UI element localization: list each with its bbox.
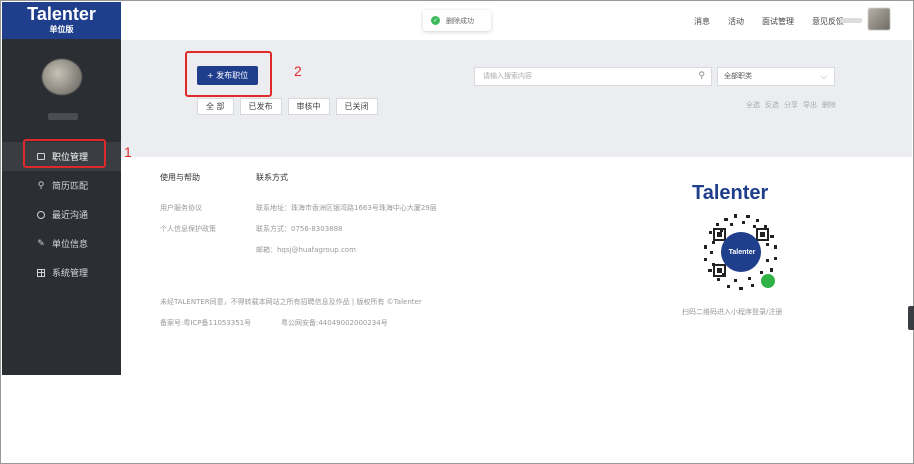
filter-reviewing[interactable]: 审核中 [287,98,330,115]
delete-action[interactable]: 删除 [822,100,836,110]
sidebar-item-label: 最近沟通 [52,211,89,221]
sidebar-item-resume-match[interactable]: ⚲ 简历匹配 [2,171,121,200]
select-all-action[interactable]: 全选 [746,100,760,110]
user-name-blurred [48,113,78,120]
sidebar-item-company-info[interactable]: ✎ 单位信息 [2,229,121,258]
toast-text: 删除成功 [446,16,474,25]
user-name-blurred [840,18,862,23]
sidebar-item-label: 系统管理 [52,269,89,279]
search-icon[interactable]: ⚲ [698,68,705,85]
police-record: 粤公网安备:44049002000234号 [281,319,388,327]
category-select[interactable]: 全部职类 ⌵ [717,67,835,86]
contact-address: 联系地址：珠海市香洲区银湾路1663号珠海中心大厦29层 [256,204,437,212]
qr-caption: 扫码二维码进入小程序登录/注册 [682,308,783,316]
grid-icon [36,268,46,278]
contact-email: 邮箱：hqsj@huafagroup.com [256,246,356,254]
bulk-actions: 全选 反选 分享 导出 删除 [741,100,836,110]
avatar[interactable] [868,8,890,30]
annotation-box-1 [23,139,106,168]
avatar[interactable] [42,59,82,95]
contact-title: 联系方式 [256,173,288,182]
qr-center-logo: Talenter [728,249,756,256]
chevron-down-icon: ⌵ [820,72,827,81]
side-feedback-tab[interactable] [908,306,914,330]
icp-record: 备案号:粤ICP备11053351号 [160,319,252,327]
contact-phone: 联系方式：0756-8303888 [256,225,343,233]
footer-logo: Talenter [692,182,769,204]
share-action[interactable]: 分享 [784,100,798,110]
edit-icon: ✎ [37,238,45,249]
toast-message: ✓ 删除成功 [423,10,491,31]
top-bar: ✓ 删除成功 消息 活动 面试管理 意见反馈 [121,2,912,40]
invert-selection-action[interactable]: 反选 [765,100,779,110]
nav-activities[interactable]: 活动 [728,16,744,27]
nav-messages[interactable]: 消息 [694,16,710,27]
brand-logo[interactable]: Talenter 单位版 [2,2,121,39]
sidebar: Talenter 单位版 职位管理 ⚲ 简历匹配 最近沟通 ✎ 单位信息 系统管… [2,2,121,375]
search-icon: ⚲ [37,180,45,191]
sidebar-item-label: 单位信息 [52,240,89,250]
sidebar-item-recent-chat[interactable]: 最近沟通 [2,200,121,229]
footer: 使用与帮助 用户服务协议 个人信息保护政策 联系方式 联系地址：珠海市香洲区银湾… [121,157,912,375]
sidebar-item-label: 简历匹配 [52,182,89,192]
sidebar-item-system[interactable]: 系统管理 [2,258,121,287]
category-select-value: 全部职类 [724,72,752,80]
brand-edition: 单位版 [49,25,74,34]
success-icon: ✓ [431,16,440,25]
nav-interviews[interactable]: 面试管理 [762,16,794,27]
copyright-text: 未经TALENTER同意，不得转载本网站之所有招聘信息及作品 | 版权所有 ©T… [160,298,422,306]
status-filter-tabs: 全 部 已发布 审核中 已关闭 [197,98,384,115]
brand-name: Talenter [27,4,96,24]
export-action[interactable]: 导出 [803,100,817,110]
annotation-label-2: 2 [294,63,302,79]
filter-all[interactable]: 全 部 [197,98,234,115]
help-title: 使用与帮助 [160,173,200,182]
filter-closed[interactable]: 已关闭 [335,98,378,115]
user-agreement-link[interactable]: 用户服务协议 [160,203,202,213]
top-nav: 消息 活动 面试管理 意见反馈 [676,16,844,27]
annotation-box-2 [185,51,272,97]
search-input[interactable]: 请输入搜索内容 ⚲ [474,67,712,86]
search-placeholder: 请输入搜索内容 [483,72,532,80]
privacy-policy-link[interactable]: 个人信息保护政策 [160,224,216,234]
filter-published[interactable]: 已发布 [239,98,282,115]
chat-icon [36,210,46,220]
